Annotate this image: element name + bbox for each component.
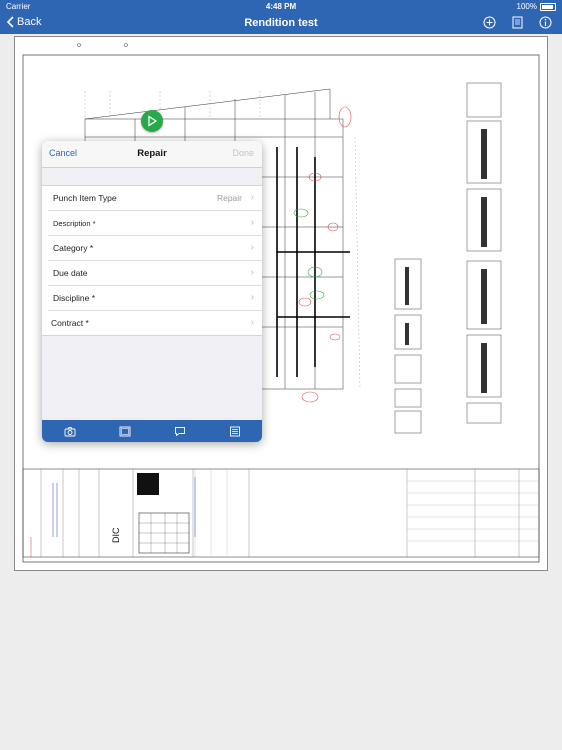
row-description[interactable]: Description * › <box>48 211 262 236</box>
chevron-right-icon: › <box>250 242 254 253</box>
list-button[interactable] <box>228 424 242 438</box>
document-icon <box>512 16 522 28</box>
chevron-right-icon: › <box>250 292 254 303</box>
battery-icon <box>540 2 556 11</box>
row-label: Category * <box>53 243 94 253</box>
row-label: Discipline * <box>53 293 96 303</box>
battery-indicator: 100% <box>517 2 556 11</box>
form-header: Cancel Repair Done <box>42 141 262 168</box>
image-button[interactable] <box>118 424 132 438</box>
chevron-right-icon: › <box>250 317 254 328</box>
chevron-right-icon: › <box>250 217 254 228</box>
image-icon <box>119 426 130 436</box>
row-label: Contract * <box>51 318 89 328</box>
play-button[interactable] <box>141 110 163 132</box>
row-value: Repair <box>216 193 242 203</box>
row-discipline[interactable]: Discipline * › <box>48 286 262 311</box>
list-icon <box>229 426 240 436</box>
battery-percent: 100% <box>516 2 537 11</box>
page-title: Rendition test <box>244 17 318 29</box>
clock: 4:48 PM <box>265 2 297 11</box>
plus-circle-icon <box>483 16 495 28</box>
comment-icon <box>174 426 185 436</box>
status-bar: Carrier 4:48 PM 100% <box>0 0 562 12</box>
done-button[interactable]: Done <box>232 148 254 158</box>
row-category[interactable]: Category * › <box>48 236 262 261</box>
row-punch-item-type[interactable]: Punch Item Type Repair › <box>48 186 262 211</box>
form-toolbar <box>42 420 262 442</box>
row-label: Description * <box>53 219 96 228</box>
row-label: Punch Item Type <box>53 193 117 203</box>
form-rows: Punch Item Type Repair › Description * ›… <box>42 185 262 336</box>
add-button[interactable] <box>482 15 496 29</box>
form-title: Repair <box>137 148 167 159</box>
row-due-date[interactable]: Due date › <box>48 261 262 286</box>
row-label: Due date <box>53 268 88 278</box>
play-icon <box>148 115 158 127</box>
punch-item-form: Cancel Repair Done Punch Item Type Repai… <box>42 141 262 442</box>
comment-button[interactable] <box>173 424 187 438</box>
info-button[interactable] <box>538 15 552 29</box>
title-block-text: DIC <box>111 527 121 543</box>
navigation-bar: Back Rendition test <box>0 12 562 34</box>
row-contract[interactable]: Contract * › <box>42 311 262 335</box>
chevron-right-icon: › <box>250 192 254 203</box>
camera-button[interactable] <box>63 424 77 438</box>
chevron-right-icon: › <box>250 267 254 278</box>
info-icon <box>539 16 551 28</box>
documents-button[interactable] <box>510 15 524 29</box>
camera-icon <box>64 426 75 436</box>
